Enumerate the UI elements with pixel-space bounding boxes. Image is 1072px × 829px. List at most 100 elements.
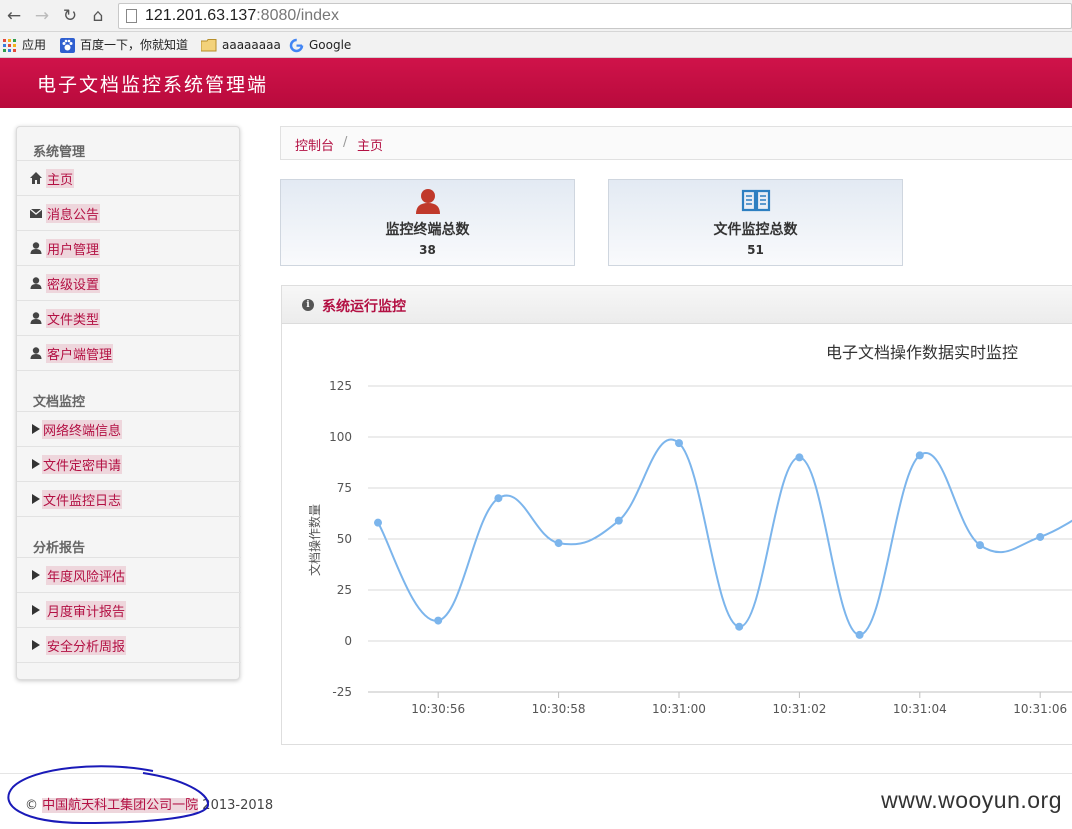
section-analysis-reports: 分析报告 (33, 541, 86, 556)
divider (17, 516, 241, 517)
user-icon (30, 277, 42, 289)
sidebar-item-client-management[interactable]: 客户端管理 (17, 335, 241, 370)
sidebar-item-label: 月度审计报告 (46, 601, 127, 620)
user-icon (30, 312, 42, 324)
sidebar-item-label: 文件监控日志 (42, 490, 123, 509)
panel-header: i 系统运行监控 (282, 286, 1072, 324)
sidebar-item-label: 网络终端信息 (42, 420, 123, 439)
x-tick-label: 10:30:56 (411, 702, 465, 716)
home-icon[interactable]: ⌂ (87, 5, 109, 27)
data-point[interactable] (675, 439, 683, 448)
sidebar-item-user-management[interactable]: 用户管理 (17, 230, 241, 265)
sidebar-item-label: 安全分析周报 (46, 636, 127, 655)
footer: © 中国航天科工集团公司一院 2013-2018 www.wooyun.org (0, 773, 1072, 829)
x-axis-ticks: 10:30:56 10:30:58 10:31:00 10:31:02 10:31:04… (411, 692, 1067, 716)
watermark: www.wooyun.org (881, 787, 1062, 813)
user-icon (30, 242, 42, 254)
chart-grid (368, 385, 1072, 693)
sidebar-item-label: 密级设置 (46, 274, 101, 293)
triangle-right-icon (32, 459, 40, 469)
data-point[interactable] (795, 453, 804, 462)
data-point[interactable] (434, 616, 443, 625)
open-book-icon (741, 189, 770, 212)
sidebar-item-annual-risk[interactable]: 年度风险评估 (17, 557, 241, 592)
url-text: 121.201.63.137:8080/index (145, 7, 339, 24)
app-header: 电子文档监控系统管理端 (0, 58, 1072, 108)
home-icon (30, 172, 42, 184)
user-icon (415, 189, 440, 214)
sidebar-item-label: 主页 (46, 169, 75, 188)
divider (17, 370, 241, 371)
data-point[interactable] (554, 539, 563, 548)
data-point[interactable] (915, 451, 924, 460)
stat-value: 38 (419, 243, 436, 257)
y-tick-label: 25 (337, 583, 352, 597)
bookmark-baidu[interactable]: 百度一下，你就知道 (60, 36, 188, 54)
sidebar-item-monthly-audit[interactable]: 月度审计报告 (17, 592, 241, 627)
baidu-paw-icon (60, 38, 75, 53)
reload-icon[interactable]: ↻ (59, 5, 81, 27)
stat-terminal-count[interactable]: 监控终端总数 38 (280, 179, 575, 266)
data-point[interactable] (976, 541, 984, 550)
folder-icon (201, 39, 217, 52)
y-tick-label: 0 (344, 634, 352, 648)
sidebar-item-home[interactable]: 主页 (17, 160, 241, 195)
address-bar[interactable]: 121.201.63.137:8080/index (118, 3, 1072, 29)
data-point[interactable] (614, 516, 623, 525)
triangle-right-icon (32, 640, 40, 650)
sidebar-item-monitor-log[interactable]: 文件监控日志 (17, 481, 241, 516)
info-icon: i (302, 299, 314, 311)
data-point[interactable] (855, 630, 864, 639)
google-icon (289, 38, 304, 53)
stat-file-count[interactable]: 文件监控总数 51 (608, 179, 903, 266)
bookmarks-bar: 应用 百度一下，你就知道 aaaaaaaa Google (0, 32, 1072, 58)
y-axis-ticks: -25 0 25 50 75 100 125 (329, 379, 352, 699)
sidebar-item-label: 年度风险评估 (46, 566, 127, 585)
triangle-right-icon (32, 570, 40, 580)
envelope-icon (29, 208, 43, 218)
data-point[interactable] (374, 518, 382, 527)
sidebar-item-classification-request[interactable]: 文件定密申请 (17, 446, 241, 481)
sidebar-item-weekly-security[interactable]: 安全分析周报 (17, 627, 241, 662)
triangle-right-icon (32, 605, 40, 615)
back-arrow-icon[interactable]: ← (3, 5, 25, 27)
series-line (377, 438, 1072, 636)
x-tick-label: 10:31:02 (772, 702, 826, 716)
apps-grid-icon (3, 38, 16, 52)
sidebar-item-classification[interactable]: 密级设置 (17, 265, 241, 300)
y-axis-label: 文档操作数量 (307, 504, 322, 576)
bookmark-apps[interactable]: 应用 (3, 36, 46, 54)
y-tick-label: 125 (329, 379, 352, 393)
sidebar: 系统管理 主页 消息公告 用户管理 密级设置 文件类型 客户端管理 文档监控 网… (16, 126, 241, 680)
forward-arrow-icon[interactable]: → (31, 5, 53, 27)
data-point[interactable] (735, 622, 744, 631)
sidebar-item-announcements[interactable]: 消息公告 (17, 195, 241, 230)
user-icon (30, 347, 42, 359)
x-tick-label: 10:30:58 (532, 702, 586, 716)
stat-label: 文件监控总数 (713, 222, 798, 238)
section-system-management: 系统管理 (33, 145, 86, 160)
data-point[interactable] (494, 494, 503, 503)
sidebar-item-label: 用户管理 (46, 239, 101, 258)
x-tick-label: 10:31:04 (893, 702, 947, 716)
divider (17, 662, 241, 663)
section-document-monitoring: 文档监控 (33, 395, 86, 410)
sidebar-item-network-terminals[interactable]: 网络终端信息 (17, 411, 241, 446)
x-tick-label: 10:31:06 (1013, 702, 1067, 716)
bookmark-google[interactable]: Google (289, 36, 351, 54)
bookmark-folder[interactable]: aaaaaaaa (201, 36, 281, 54)
y-tick-label: 100 (329, 430, 352, 444)
sidebar-item-file-types[interactable]: 文件类型 (17, 300, 241, 335)
triangle-right-icon (32, 424, 40, 434)
breadcrumb-root-link[interactable]: 控制台 (295, 135, 334, 154)
breadcrumb-current: 主页 (357, 139, 384, 154)
data-point[interactable] (1036, 532, 1045, 541)
copyright-org: 中国航天科工集团公司一院 (42, 798, 199, 813)
chart-title: 电子文档操作数据实时监控 (826, 343, 1018, 362)
browser-toolbar: ← → ↻ ⌂ 121.201.63.137:8080/index (0, 0, 1072, 32)
page-icon (126, 9, 137, 23)
sidebar-item-label: 文件类型 (46, 309, 101, 328)
sidebar-item-label: 客户端管理 (46, 344, 114, 363)
y-tick-label: -25 (332, 685, 352, 699)
sidebar-item-label: 消息公告 (46, 204, 101, 223)
